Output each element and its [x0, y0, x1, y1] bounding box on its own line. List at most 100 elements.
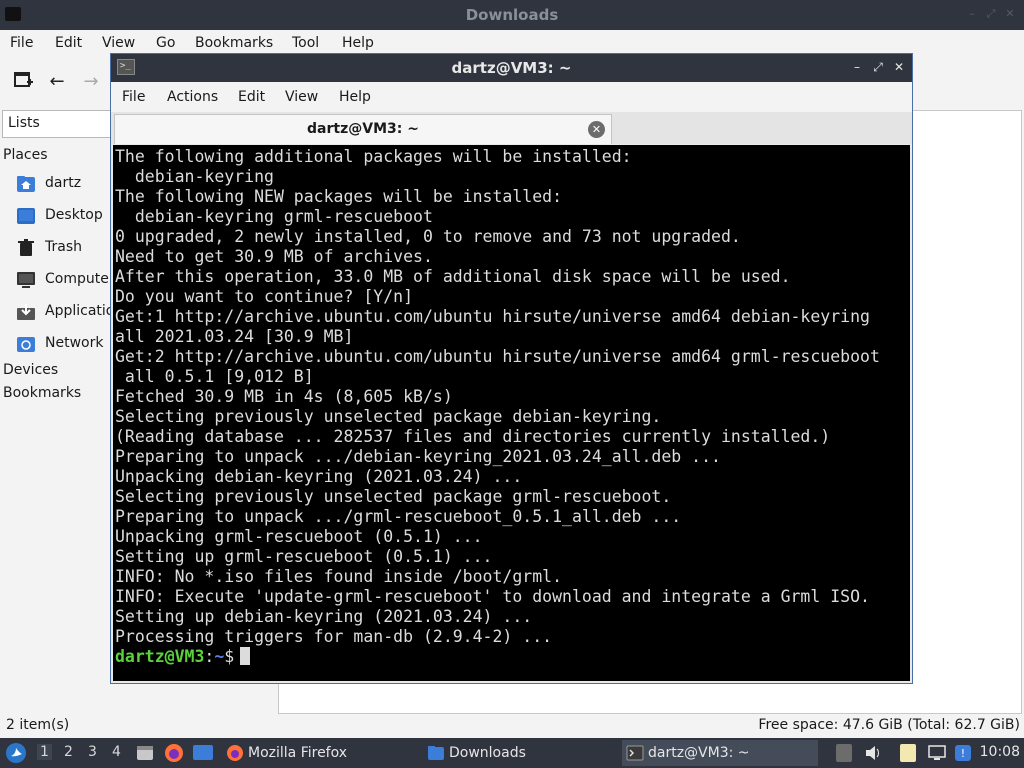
folder-icon	[428, 746, 444, 760]
terminal-line: Setting up debian-keyring (2021.03.24) .…	[115, 607, 533, 626]
terminal-line: Selecting previously unselected package …	[115, 407, 662, 426]
minimize-icon[interactable]: –	[850, 60, 864, 74]
side-pane-mode-select[interactable]: Lists	[2, 110, 122, 138]
workspace-4[interactable]: 4	[112, 744, 121, 760]
terminal-line: all 2021.03.24 [30.9 MB]	[115, 327, 354, 346]
status-item-count: 2 item(s)	[6, 717, 70, 733]
desktop-launcher-icon[interactable]	[192, 743, 214, 763]
terminal-line: Setting up grml-rescueboot (0.5.1) ...	[115, 547, 493, 566]
terminal-line: Get:1 http://archive.ubuntu.com/ubuntu h…	[115, 307, 870, 326]
terminal-line: The following NEW packages will be insta…	[115, 187, 563, 206]
back-icon[interactable]: ←	[45, 70, 69, 94]
taskbar-window-downloads[interactable]: Downloads	[423, 740, 618, 766]
terminal-prompt[interactable]: dartz@VM3:~$	[115, 647, 910, 667]
volume-icon[interactable]	[864, 744, 880, 762]
sidebar-item-label: Trash	[45, 239, 82, 255]
terminal-line: debian-keyring	[115, 167, 274, 186]
terminal-menu-view[interactable]: View	[285, 89, 318, 105]
terminal-window: >_ dartz@VM3: ~ – ⤢ ✕ File Actions Edit …	[110, 53, 913, 684]
terminal-tab-bar: dartz@VM3: ~ ✕	[111, 112, 912, 144]
prompt-sign: $	[224, 647, 235, 666]
svg-text:!: !	[961, 747, 965, 760]
terminal-line: Do you want to continue? [Y/n]	[115, 287, 414, 306]
terminal-line: After this operation, 33.0 MB of additio…	[115, 267, 791, 286]
network-tray-icon[interactable]	[928, 744, 946, 762]
network-icon	[17, 337, 35, 352]
menu-tool[interactable]: Tool	[292, 35, 319, 51]
menu-bookmarks[interactable]: Bookmarks	[195, 35, 273, 51]
terminal-menu-help[interactable]: Help	[339, 89, 371, 105]
taskbar-window-terminal[interactable]: dartz@VM3: ~	[622, 740, 818, 766]
taskbar-window-firefox[interactable]: Mozilla Firefox	[222, 740, 418, 766]
home-folder-icon	[17, 176, 35, 192]
new-tab-icon[interactable]	[11, 70, 35, 94]
terminal-line: Unpacking debian-keyring (2021.03.24) ..…	[115, 467, 523, 486]
workspace-3[interactable]: 3	[88, 744, 97, 760]
terminal-tab[interactable]: dartz@VM3: ~ ✕	[114, 114, 612, 144]
sidebar-item-label: Desktop	[45, 207, 103, 223]
terminal-line: Fetched 30.9 MB in 4s (8,605 kB/s)	[115, 387, 453, 406]
notes-tray-icon[interactable]	[900, 744, 916, 762]
prompt-path: ~	[214, 647, 225, 666]
clipboard-tray-icon[interactable]	[836, 744, 852, 762]
computer-icon	[17, 272, 35, 288]
terminal-line: Need to get 30.9 MB of archives.	[115, 247, 433, 266]
workspace-1[interactable]: 1	[37, 744, 52, 760]
terminal-line: Preparing to unpack .../grml-rescueboot_…	[115, 507, 682, 526]
terminal-line: Unpacking grml-rescueboot (0.5.1) ...	[115, 527, 483, 546]
terminal-titlebar[interactable]: >_ dartz@VM3: ~ – ⤢ ✕	[111, 54, 912, 82]
terminal-menu-edit[interactable]: Edit	[238, 89, 265, 105]
minimize-icon[interactable]: –	[966, 8, 978, 20]
firefox-icon	[227, 745, 243, 761]
devices-heading[interactable]: Devices	[3, 362, 58, 378]
terminal-cursor	[240, 647, 251, 665]
taskbar: 1 2 3 4 Mozilla Firefox Downloads dartz@…	[0, 738, 1024, 768]
sidebar-item-label: Computer	[45, 271, 115, 287]
maximize-icon[interactable]: ⤢	[871, 60, 885, 74]
taskbar-window-label: dartz@VM3: ~	[648, 745, 750, 761]
terminal-line: (Reading database ... 282537 files and d…	[115, 427, 831, 446]
terminal-line: all 0.5.1 [9,012 B]	[115, 367, 314, 386]
menu-edit[interactable]: Edit	[55, 35, 82, 51]
terminal-line: Get:2 http://archive.ubuntu.com/ubuntu h…	[115, 347, 880, 366]
terminal-icon	[626, 745, 644, 761]
terminal-menu-file[interactable]: File	[122, 89, 145, 105]
update-tray-icon[interactable]: !	[954, 744, 972, 762]
close-icon[interactable]: ✕	[1004, 8, 1016, 20]
terminal-line: Preparing to unpack .../debian-keyring_2…	[115, 447, 721, 466]
close-tab-icon[interactable]: ✕	[588, 121, 605, 138]
terminal-line: Selecting previously unselected package …	[115, 487, 672, 506]
terminal-line: INFO: No *.iso files found inside /boot/…	[115, 567, 563, 586]
desktop-icon	[17, 208, 35, 224]
forward-icon[interactable]: →	[79, 70, 103, 94]
menu-go[interactable]: Go	[156, 35, 175, 51]
file-manager-launcher-icon[interactable]	[135, 743, 155, 763]
terminal-menu-actions[interactable]: Actions	[167, 89, 218, 105]
maximize-icon[interactable]: ⤢	[985, 8, 997, 20]
start-menu-icon[interactable]	[5, 742, 27, 764]
places-heading[interactable]: Places	[3, 147, 48, 163]
terminal-line: Processing triggers for man-db (2.9.4-2)…	[115, 627, 553, 646]
trash-icon	[18, 239, 34, 256]
workspace-2[interactable]: 2	[64, 744, 73, 760]
terminal-title: dartz@VM3: ~	[451, 59, 572, 77]
clock[interactable]: 10:08	[980, 744, 1020, 760]
prompt-separator: :	[204, 647, 215, 666]
menu-view[interactable]: View	[102, 35, 135, 51]
file-manager-titlebar[interactable]: Downloads – ⤢ ✕	[0, 0, 1024, 30]
menu-help[interactable]: Help	[342, 35, 374, 51]
terminal-tab-label: dartz@VM3: ~	[307, 121, 419, 137]
firefox-launcher-icon[interactable]	[163, 742, 185, 764]
sidebar-item-label: Network	[45, 335, 104, 351]
file-manager-title: Downloads	[465, 6, 559, 24]
terminal-line: debian-keyring grml-rescueboot	[115, 207, 433, 226]
taskbar-window-label: Downloads	[449, 745, 526, 761]
terminal-output[interactable]: The following additional packages will b…	[113, 145, 910, 681]
taskbar-window-label: Mozilla Firefox	[248, 745, 348, 761]
prompt-user-host: dartz@VM3	[115, 647, 205, 666]
menu-file[interactable]: File	[10, 35, 33, 51]
terminal-line: The following additional packages will b…	[115, 147, 632, 166]
bookmarks-heading[interactable]: Bookmarks	[3, 385, 81, 401]
close-icon[interactable]: ✕	[892, 60, 906, 74]
sidebar-item-label: dartz	[45, 175, 82, 191]
